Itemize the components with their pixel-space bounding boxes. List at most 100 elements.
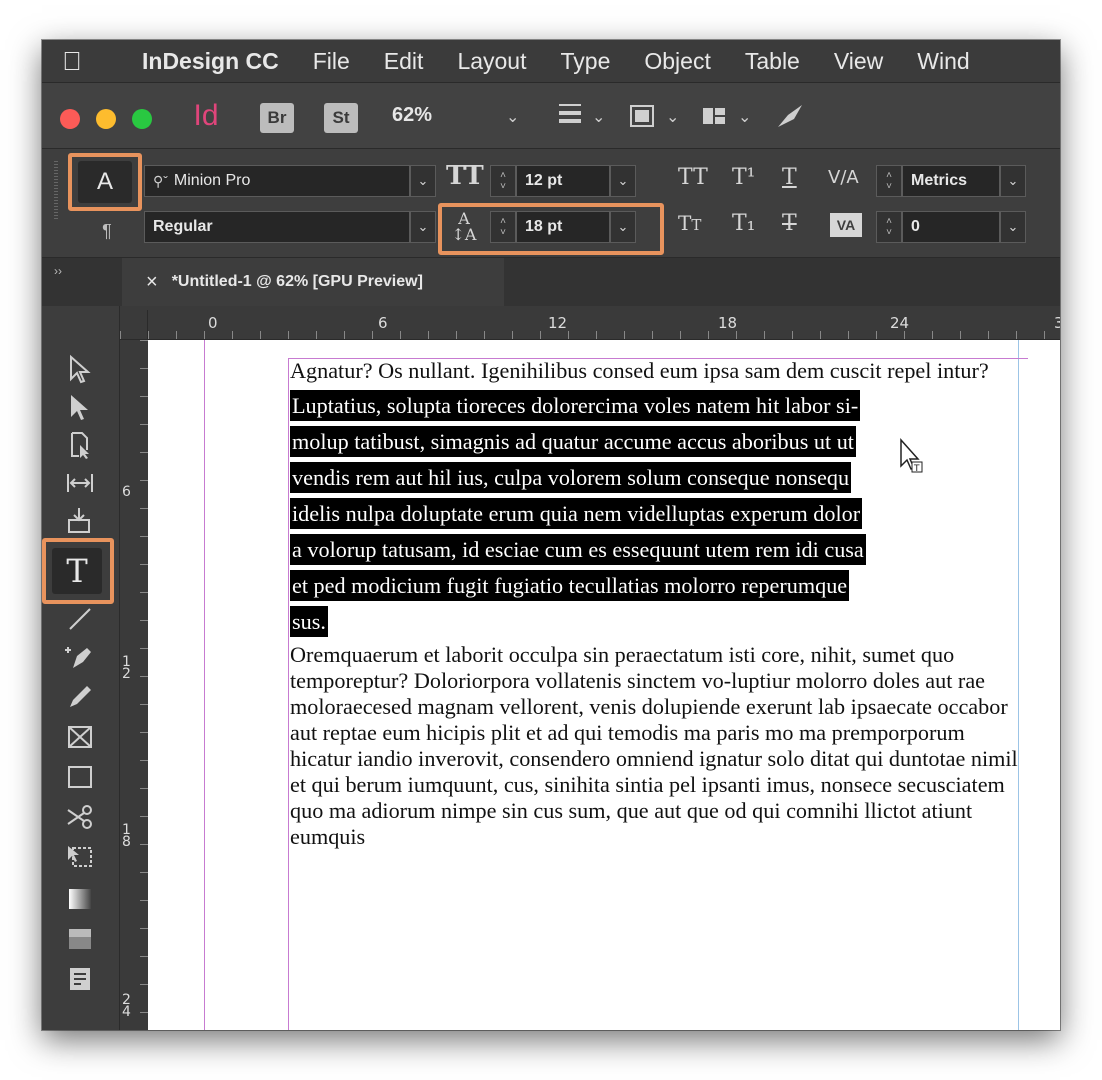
menu-table[interactable]: Table <box>745 48 800 75</box>
selected-paragraph[interactable]: Luptatius, solupta tioreces dolorercima … <box>290 388 1025 640</box>
search-icon: ⚲ˇ <box>153 172 168 189</box>
note-tool-icon[interactable] <box>60 964 100 998</box>
ruler-label: 12 <box>548 314 568 332</box>
document-tab[interactable]: × *Untitled-1 @ 62% [GPU Preview] <box>122 258 504 306</box>
zoom-window-button[interactable] <box>132 109 152 129</box>
view-options-chevron-icon[interactable]: ⌄ <box>592 107 605 127</box>
menu-type[interactable]: Type <box>561 48 611 75</box>
scissors-tool-icon[interactable] <box>60 802 100 836</box>
gradient-swatch-tool-icon[interactable] <box>60 884 100 918</box>
ruler-label: 18 <box>718 314 738 332</box>
screen-mode-chevron-icon[interactable]: ⌄ <box>666 107 679 127</box>
publish-online-icon[interactable] <box>774 101 808 136</box>
text-story[interactable]: Agnatur? Os nullant. Igenihilibus consed… <box>290 358 1025 850</box>
kerning-field[interactable]: Metrics <box>902 165 1000 197</box>
menu-window[interactable]: Wind <box>917 48 969 75</box>
paragraph-1: Agnatur? Os nullant. Igenihilibus consed… <box>290 358 989 383</box>
subscript-icon[interactable]: T₁ <box>732 211 756 236</box>
pencil-tool-icon[interactable] <box>60 682 100 716</box>
font-family-field[interactable]: ⚲ˇ Minion Pro <box>144 165 410 197</box>
font-family-value: Minion Pro <box>173 172 251 189</box>
ruler-label: 6 <box>122 484 131 500</box>
document-tab-title: *Untitled-1 @ 62% [GPU Preview] <box>171 273 423 290</box>
free-transform-tool-icon[interactable] <box>60 842 100 876</box>
rectangle-frame-tool-icon[interactable] <box>60 722 100 756</box>
indesign-window:  InDesign CC File Edit Layout Type Obje… <box>42 40 1060 1030</box>
menu-object[interactable]: Object <box>644 48 710 75</box>
paragraph-mode-button[interactable]: ¶ <box>92 215 122 247</box>
paragraph-mode-label: ¶ <box>102 220 112 241</box>
gap-tool-icon[interactable] <box>60 468 100 502</box>
close-window-button[interactable] <box>60 109 80 129</box>
strikethrough-icon[interactable]: T <box>782 211 797 236</box>
font-size-dropdown-chevron-icon[interactable]: ⌄ <box>610 165 636 197</box>
superscript-icon[interactable]: T¹ <box>732 165 756 190</box>
arrange-documents-chevron-icon[interactable]: ⌄ <box>738 107 751 127</box>
font-style-field[interactable]: Regular <box>144 211 410 243</box>
tools-panel: T <box>42 306 120 1030</box>
view-options-icon[interactable] <box>554 101 588 136</box>
kerning-dropdown-chevron-icon[interactable]: ⌄ <box>1000 165 1026 197</box>
font-family-dropdown-chevron-icon[interactable]: ⌄ <box>410 165 436 197</box>
menu-layout[interactable]: Layout <box>457 48 526 75</box>
ruler-label: 1 8 <box>122 822 131 850</box>
horizontal-ruler: 0 6 12 18 24 3 <box>120 310 1060 340</box>
rectangle-tool-icon[interactable] <box>60 762 100 796</box>
ruler-label: 1 2 <box>122 654 131 682</box>
screen-mode-icon[interactable] <box>626 101 660 136</box>
zoom-dropdown-chevron-icon[interactable]: ⌄ <box>506 107 519 127</box>
ruler-label: 0 <box>208 314 218 332</box>
panel-grip <box>54 161 58 221</box>
selected-line: sus. <box>290 606 328 637</box>
pen-tool-icon[interactable] <box>60 642 100 676</box>
content-collector-icon[interactable] <box>60 506 100 540</box>
page-tool-icon[interactable] <box>60 430 100 464</box>
bridge-button[interactable]: Br <box>260 103 294 133</box>
all-caps-icon[interactable]: TT <box>678 165 708 190</box>
menu-view[interactable]: View <box>834 48 883 75</box>
type-tool-highlight <box>42 538 114 604</box>
direct-selection-tool-icon[interactable] <box>60 392 100 426</box>
app-menu[interactable]: InDesign CC <box>142 48 279 75</box>
panel-collapse-icon[interactable]: ›› <box>54 264 62 278</box>
page-margin-guide <box>204 340 205 1030</box>
font-style-dropdown-chevron-icon[interactable]: ⌄ <box>410 211 436 243</box>
font-style-value: Regular <box>153 218 213 235</box>
small-caps-icon[interactable]: TT <box>678 211 701 235</box>
control-panel: A ¶ ⚲ˇ Minion Pro ⌄ Regular ⌄ TT ˄ ˅ 12 p… <box>42 148 1060 258</box>
ruler-label: 2 4 <box>122 992 131 1020</box>
svg-text:T: T <box>913 464 920 474</box>
tracking-field[interactable]: 0 <box>902 211 1000 243</box>
menu-edit[interactable]: Edit <box>384 48 424 75</box>
tracking-icon: VA <box>830 213 862 237</box>
character-mode-highlight <box>68 153 142 211</box>
close-tab-icon[interactable]: × <box>146 271 158 294</box>
apple-icon[interactable]:  <box>42 46 102 77</box>
underline-icon[interactable]: T <box>782 165 797 190</box>
tracking-value: 0 <box>911 218 920 235</box>
tracking-dropdown-chevron-icon[interactable]: ⌄ <box>1000 211 1026 243</box>
font-size-stepper[interactable]: ˄ ˅ <box>490 165 516 197</box>
selected-line: vendis rem aut hil ius, culpa volorem so… <box>290 462 852 493</box>
gradient-feather-tool-icon[interactable] <box>60 924 100 958</box>
indesign-logo: Id <box>193 99 219 132</box>
menu-file[interactable]: File <box>313 48 350 75</box>
line-tool-icon[interactable] <box>60 604 100 638</box>
leading-highlight <box>438 203 664 255</box>
minimize-window-button[interactable] <box>96 109 116 129</box>
kerning-stepper[interactable]: ˄ ˅ <box>876 165 902 197</box>
document-canvas[interactable]: Agnatur? Os nullant. Igenihilibus consed… <box>148 340 1060 1030</box>
ruler-ticks <box>140 340 148 1030</box>
stock-button[interactable]: St <box>324 103 358 133</box>
ruler-label: 6 <box>378 314 388 332</box>
selection-tool-icon[interactable] <box>60 354 100 388</box>
font-size-value: 12 pt <box>525 172 563 189</box>
vertical-ruler: 6 1 2 1 8 2 4 <box>120 340 148 1030</box>
document-tab-bar: ›› × *Untitled-1 @ 62% [GPU Preview] <box>42 258 1060 306</box>
kerning-icon: V/A <box>828 167 859 188</box>
arrange-documents-icon[interactable] <box>698 101 732 136</box>
zoom-level[interactable]: 62% <box>392 104 432 127</box>
tracking-stepper[interactable]: ˄ ˅ <box>876 211 902 243</box>
selected-line: et ped modicium fugit fugiatio tecullati… <box>290 570 850 601</box>
font-size-field[interactable]: 12 pt <box>516 165 610 197</box>
